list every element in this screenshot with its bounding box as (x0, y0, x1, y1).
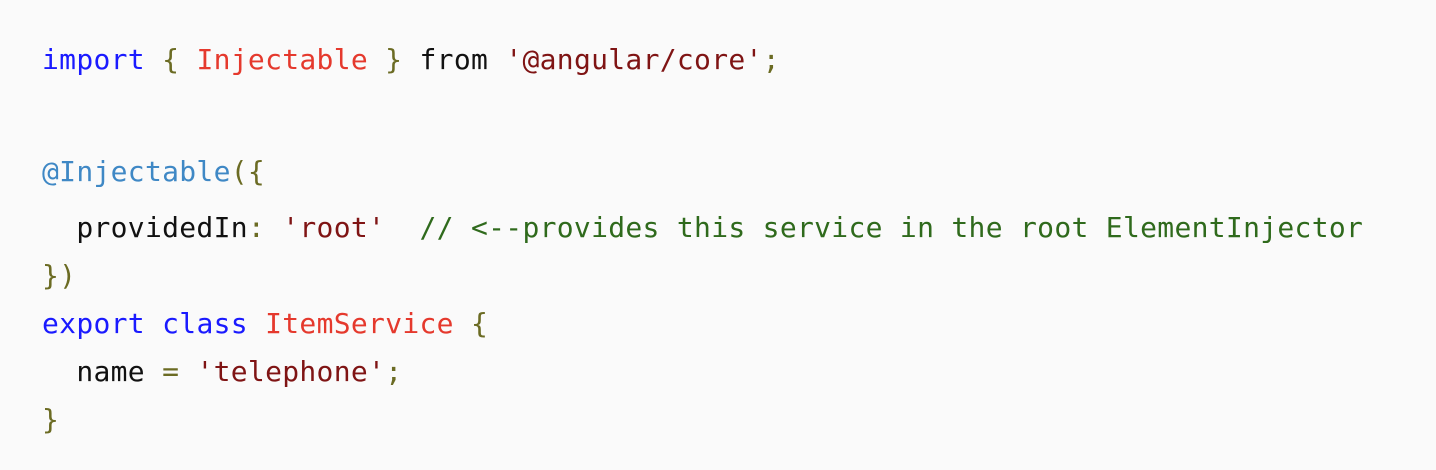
keyword-class: class (162, 307, 248, 340)
class-name: ItemService (265, 307, 454, 340)
brace-close: } (368, 43, 420, 76)
property-provided-in: providedIn (76, 211, 248, 244)
type-injectable: Injectable (196, 43, 369, 76)
class-brace-open: { (453, 307, 489, 340)
decorator-close: }) (42, 259, 77, 292)
module-string: '@angular/core' (505, 43, 763, 76)
code-line-decorator-close: }) (42, 258, 76, 294)
code-line-provided-in: providedIn: 'root' // <--provides this s… (42, 210, 1363, 246)
code-comment: // <--provides this service in the root … (419, 211, 1364, 244)
code-block: import { Injectable } from '@angular/cor… (0, 0, 1436, 470)
brace-open: { (144, 43, 197, 76)
class-brace-close: } (42, 403, 60, 436)
decorator-paren: ({ (230, 155, 266, 188)
property-name: name (76, 355, 145, 388)
equals: = (144, 355, 197, 388)
decorator-injectable: @Injectable (42, 155, 231, 188)
keyword-from: from (419, 43, 489, 76)
code-line-import: import { Injectable } from '@angular/cor… (42, 42, 780, 78)
value-telephone: 'telephone' (196, 355, 386, 388)
value-root: 'root' (282, 211, 386, 244)
code-line-decorator: @Injectable({ (42, 154, 265, 190)
colon: : (247, 211, 283, 244)
semicolon: ; (385, 355, 403, 388)
code-line-class: export class ItemService { (42, 306, 488, 342)
code-line-class-close: } (42, 402, 59, 438)
code-line-name: name = 'telephone'; (42, 354, 402, 390)
keyword-import: import (42, 43, 145, 76)
keyword-export: export (42, 307, 145, 340)
semicolon: ; (762, 43, 780, 76)
